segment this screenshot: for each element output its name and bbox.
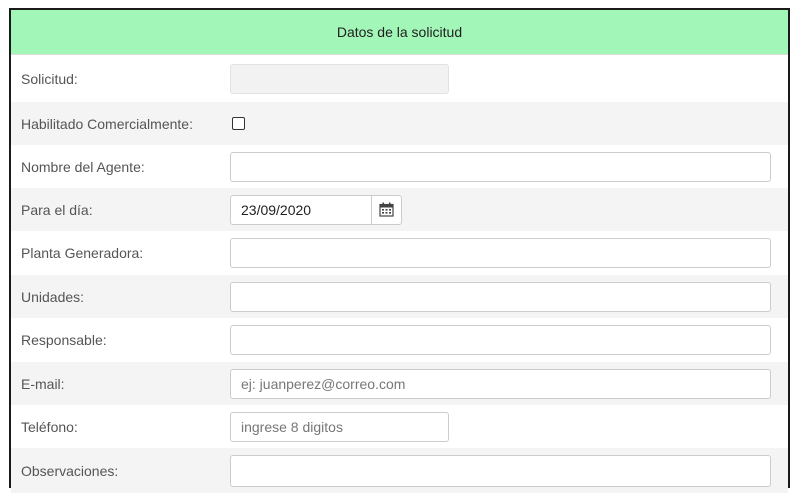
solicitud-label: Solicitud: xyxy=(21,70,78,87)
row-para-el-dia: Para el día: xyxy=(11,188,788,231)
telefono-label: Teléfono: xyxy=(21,418,78,435)
planta-field[interactable] xyxy=(230,238,771,268)
observaciones-field[interactable] xyxy=(230,454,771,487)
observaciones-label: Observaciones: xyxy=(21,462,119,479)
para-el-dia-label: Para el día: xyxy=(21,201,93,218)
form-header: Datos de la solicitud xyxy=(11,10,788,55)
row-planta: Planta Generadora: xyxy=(11,231,788,275)
row-unidades: Unidades: xyxy=(11,275,788,318)
nombre-agente-label: Nombre del Agente: xyxy=(21,158,145,175)
row-habilitado: Habilitado Comercialmente: xyxy=(11,102,788,145)
email-label: E-mail: xyxy=(21,375,65,392)
solicitud-field xyxy=(230,63,449,94)
planta-label: Planta Generadora: xyxy=(21,245,144,261)
telefono-field[interactable] xyxy=(230,411,449,442)
para-el-dia-field[interactable] xyxy=(230,194,372,225)
row-observaciones: Observaciones: xyxy=(11,448,788,493)
row-solicitud: Solicitud: xyxy=(11,55,788,102)
responsable-field[interactable] xyxy=(230,325,771,355)
habilitado-label: Habilitado Comercialmente: xyxy=(21,115,193,132)
row-responsable: Responsable: xyxy=(11,318,788,362)
responsable-label: Responsable: xyxy=(21,332,107,348)
row-telefono: Teléfono: xyxy=(11,405,788,448)
row-email: E-mail: xyxy=(11,362,788,405)
unidades-field[interactable] xyxy=(230,281,771,312)
date-picker xyxy=(230,194,402,225)
nombre-agente-field[interactable] xyxy=(230,151,771,182)
calendar-icon xyxy=(379,202,394,217)
request-form: Datos de la solicitud Solicitud: Habilit… xyxy=(9,8,790,493)
calendar-button[interactable] xyxy=(372,194,402,225)
form-title: Datos de la solicitud xyxy=(336,24,463,40)
email-field[interactable] xyxy=(230,368,771,399)
habilitado-checkbox[interactable] xyxy=(232,117,245,130)
unidades-label: Unidades: xyxy=(21,288,85,305)
row-nombre-agente: Nombre del Agente: xyxy=(11,145,788,188)
